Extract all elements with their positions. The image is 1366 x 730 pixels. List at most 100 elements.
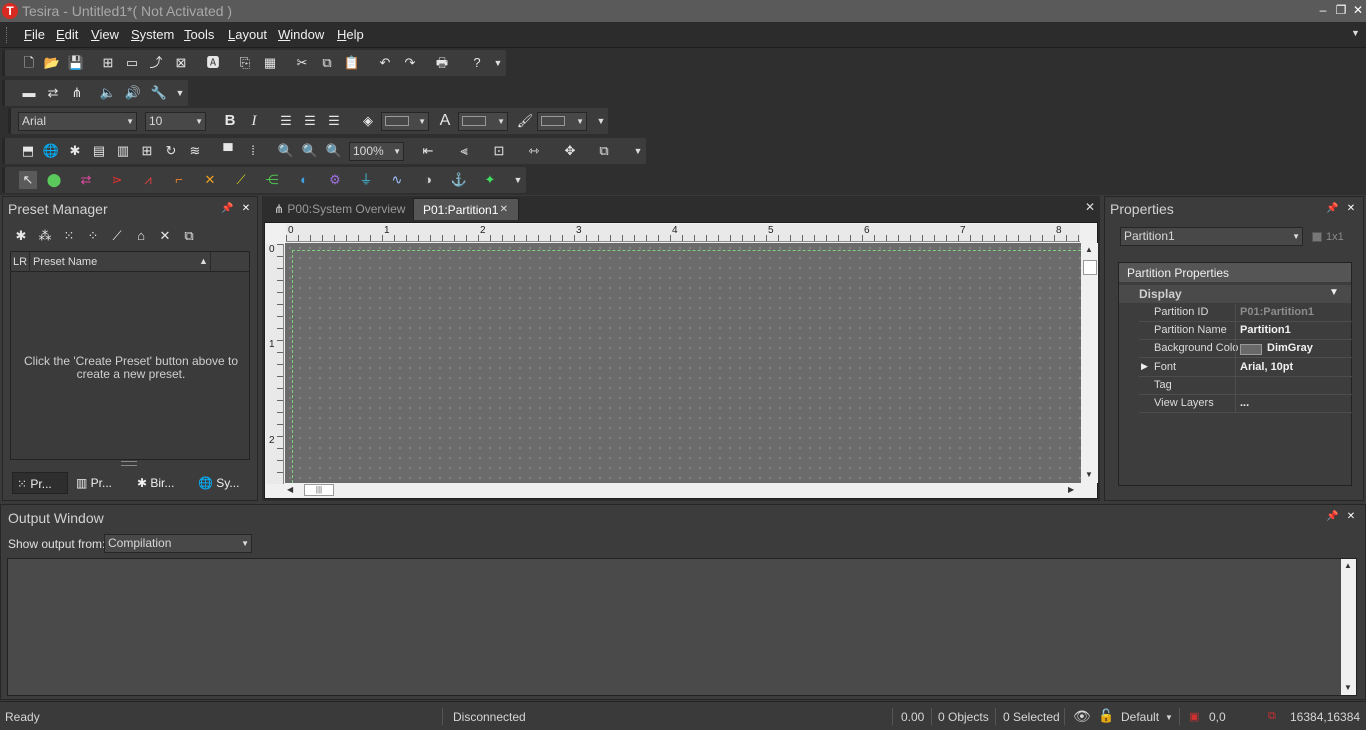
toolbar-overflow-icon[interactable]: ▼ [594,112,608,130]
control-block-icon[interactable]: ⋲ [263,171,281,189]
audio-left-icon[interactable]: 🔈 [99,84,117,102]
pin-icon[interactable]: 📌 [1326,203,1338,215]
close-panel-icon[interactable]: ✕ [1345,203,1357,215]
column-lr[interactable]: LR [13,256,27,268]
output-scrollbar[interactable]: ▲ ▼ [1341,559,1356,695]
font-name-combo[interactable]: Arial ▼ [18,112,137,131]
scroll-thumb[interactable]: ||| [304,484,334,496]
property-row[interactable]: View Layers ... [1139,395,1352,413]
fill-color-combo[interactable]: ▼ [381,112,429,131]
tab-properties-list[interactable]: ▥ Pr... [74,472,132,494]
align-left-icon[interactable]: ☰ [277,112,295,130]
splitter-grip[interactable] [121,461,137,466]
output-text-area[interactable]: ▲ ▼ [7,558,1357,696]
menu-file[interactable]: File [24,27,45,42]
minimize-button[interactable]: – [1315,2,1331,18]
collapse-icon[interactable]: ▼ [1329,287,1339,298]
pointer-icon[interactable]: ↖ [19,171,37,189]
layers-icon[interactable]: ≋ [186,142,204,160]
wrench-icon[interactable]: 🔧 [150,84,168,102]
export-icon[interactable]: ⤴ [147,54,165,72]
move-objects-icon[interactable]: ✥ [561,142,579,160]
close-button[interactable]: ✕ [1350,2,1366,18]
close-panel-icon[interactable]: ✕ [240,203,252,215]
grid-icon[interactable]: ⊞ [138,142,156,160]
property-row[interactable]: Tag [1139,377,1352,395]
window-icon[interactable]: ▤ [90,142,108,160]
scroll-left-icon[interactable]: ◀ [287,485,293,494]
cut-icon[interactable]: ✂ [293,54,311,72]
text-tool-icon[interactable]: 🅰 [204,54,222,72]
connect-icon[interactable]: ⇄ [44,84,62,102]
add-selected-icon[interactable]: ⁙ [60,227,78,245]
zoom-out-icon[interactable]: 🔍 [301,142,319,160]
menu-system[interactable]: System [131,27,174,42]
scroll-down-icon[interactable]: ▼ [1085,470,1093,479]
eq-block-icon[interactable]: ⩘ [139,171,157,189]
menu-layout[interactable]: Layout [228,27,267,42]
print-icon[interactable]: 🖶 [433,54,451,72]
toolbar-overflow-icon[interactable]: ▼ [173,84,187,102]
crossover-block-icon[interactable]: ✕ [201,171,219,189]
edit-preset-icon[interactable]: ⟋ [108,227,126,245]
layer-dropdown-icon[interactable]: ▼ [1165,713,1173,722]
partition-grid[interactable] [285,243,1081,483]
vertical-scrollbar[interactable]: ▲ ▼ [1082,243,1098,483]
scroll-down-icon[interactable]: ▼ [1344,683,1352,692]
line-color-combo[interactable]: ▼ [537,112,587,131]
space-objects-icon[interactable]: ⇿ [525,142,543,160]
scroll-up-icon[interactable]: ▲ [1344,561,1352,570]
mixer-block-icon[interactable]: ⋗ [108,171,126,189]
font-size-combo[interactable]: 10 ▼ [145,112,206,131]
preset-list[interactable]: LR Preset Name ▲ Click the 'Create Prese… [10,251,250,460]
library-icon[interactable]: ▦ [261,54,279,72]
split-icon[interactable]: ▥ [114,142,132,160]
scroll-thumb[interactable] [1083,260,1097,275]
copy-preset-icon[interactable]: ⧉ [180,227,198,245]
property-value[interactable]: ... [1240,397,1249,409]
lock-icon[interactable]: 🔓 [1098,708,1114,724]
property-row[interactable]: Partition ID P01:Partition1 [1139,304,1352,322]
send-config-icon[interactable]: ▬ [20,84,38,102]
line-color-icon[interactable]: 🖌 [516,112,534,130]
tab-system-overview[interactable]: ⋔ P00:System Overview [268,198,410,220]
italic-icon[interactable]: I [245,112,263,130]
new-partition-icon[interactable]: ⊞ [99,54,117,72]
undo-icon[interactable]: ↶ [376,54,394,72]
help-icon[interactable]: ? [468,54,486,72]
insert-block-icon[interactable]: ⬒ [19,142,37,160]
save-icon[interactable]: 💾 [67,54,85,72]
align-center-icon[interactable]: ☰ [301,112,319,130]
page-setup-icon[interactable]: ⎘ [236,54,254,72]
font-color-combo[interactable]: ▼ [458,112,508,131]
toolbar-overflow-icon[interactable]: ▼ [511,171,525,189]
output-source-select[interactable]: Compilation ▼ [104,534,252,553]
horizontal-scrollbar[interactable]: ◀ ||| ▶ [285,483,1080,498]
paste-icon[interactable]: 📋 [343,54,361,72]
property-row[interactable]: ▶ Font Arial, 10pt [1139,359,1352,377]
new-file-icon[interactable]: 🗋 [20,54,38,72]
align-right-icon[interactable]: ☰ [325,112,343,130]
router-block-icon[interactable]: ⇄ [77,171,95,189]
remove-from-preset-icon[interactable]: ⁘ [84,227,102,245]
matrix-icon[interactable]: ✱ [66,142,84,160]
rotate-icon[interactable]: ↻ [162,142,180,160]
property-row[interactable]: Background Colo DimGray [1139,340,1352,358]
tab-presets[interactable]: ⁙ Pr... [12,472,68,494]
close-doc-icon[interactable]: ✕ [1085,200,1095,214]
tab-birdseye[interactable]: ✱ Bir... [135,472,193,494]
menu-overflow-icon[interactable]: ▼ [1351,28,1360,38]
menu-edit[interactable]: Edit [56,27,78,42]
menu-window[interactable]: Window [278,27,324,42]
filter-block-icon[interactable]: ⌐ [170,171,188,189]
network-icon[interactable]: ⋔ [68,84,86,102]
recall-preset-icon[interactable]: ⌂ [132,227,150,245]
scroll-up-icon[interactable]: ▲ [1085,245,1093,254]
font-color-icon[interactable]: A [436,112,454,130]
align-left-objects-icon[interactable]: ⫷ [455,142,473,160]
delay-block-icon[interactable]: ⏚ [357,171,375,189]
zoom-in-icon[interactable]: 🔍 [277,142,295,160]
ruler-icon[interactable]: ▀ [219,142,237,160]
category-display[interactable]: Display ▼ [1119,285,1351,303]
pin-icon[interactable]: 📌 [221,203,233,215]
